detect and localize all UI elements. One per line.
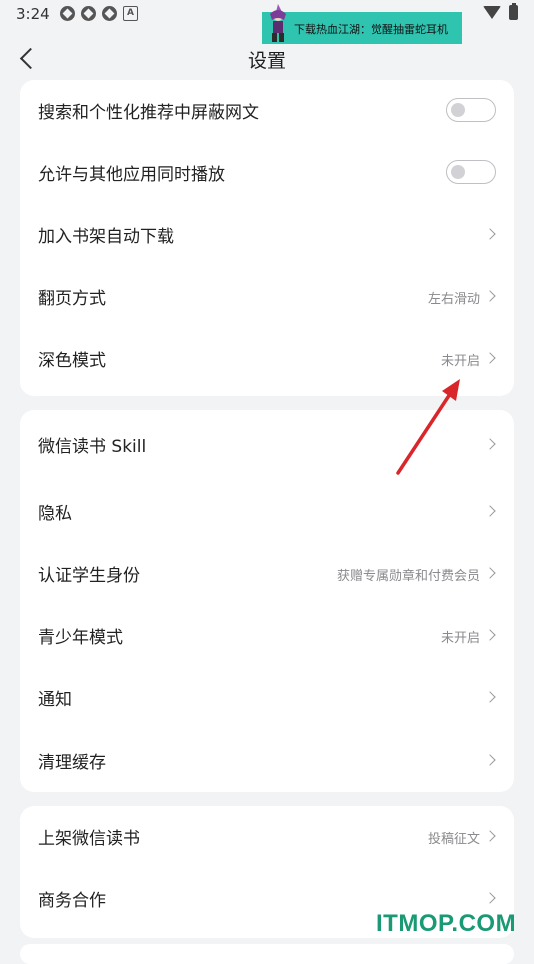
setting-row-student-verify[interactable]: 认证学生身份 获赠专属勋章和付费会员	[20, 543, 514, 605]
watermark-logo: ITMOP.COM	[376, 910, 517, 937]
setting-label: 清理缓存	[38, 753, 106, 773]
chevron-right-icon	[484, 290, 496, 302]
setting-label: 上架微信读书	[38, 829, 140, 849]
setting-label: 允许与其他应用同时播放	[38, 165, 225, 185]
setting-label: 微信读书 Skill	[38, 437, 147, 457]
setting-label: 搜索和个性化推荐中屏蔽网文	[38, 103, 259, 123]
setting-row-publish[interactable]: 上架微信读书 投稿征文	[20, 806, 514, 868]
app-notification-icon	[102, 6, 117, 21]
setting-label: 认证学生身份	[38, 566, 140, 586]
annotation-arrow-icon	[396, 379, 460, 475]
chevron-right-icon	[484, 352, 496, 364]
chevron-right-icon	[484, 228, 496, 240]
battery-icon	[509, 3, 518, 20]
setting-row-notifications[interactable]: 通知	[20, 667, 514, 729]
setting-row-teen-mode[interactable]: 青少年模式 未开启	[20, 605, 514, 667]
setting-label: 深色模式	[38, 351, 106, 371]
settings-card-general: 搜索和个性化推荐中屏蔽网文 允许与其他应用同时播放 加入书架自动下载 翻页方式 …	[20, 80, 514, 396]
chevron-right-icon	[484, 830, 496, 842]
setting-row-clear-cache[interactable]: 清理缓存	[20, 730, 514, 792]
chevron-right-icon	[484, 567, 496, 579]
chevron-right-icon	[484, 754, 496, 766]
setting-value: 投稿征文	[427, 832, 480, 847]
setting-value: 左右滑动	[427, 292, 480, 307]
setting-value: 获赠专属勋章和付费会员	[336, 569, 480, 584]
chevron-right-icon	[484, 629, 496, 641]
setting-row-hide-web-novels[interactable]: 搜索和个性化推荐中屏蔽网文	[20, 80, 514, 142]
setting-label: 隐私	[38, 504, 72, 524]
setting-row-auto-download[interactable]: 加入书架自动下载	[20, 204, 514, 266]
setting-label: 青少年模式	[38, 628, 123, 648]
setting-row-concurrent-playback[interactable]: 允许与其他应用同时播放	[20, 142, 514, 204]
chevron-right-icon	[484, 691, 496, 703]
notification-icons: A	[60, 6, 138, 21]
app-notification-icon	[60, 6, 75, 21]
setting-label: 翻页方式	[38, 289, 106, 309]
setting-label: 加入书架自动下载	[38, 227, 174, 247]
app-notification-icon	[81, 6, 96, 21]
navigation-bar: 设置	[0, 34, 534, 84]
setting-row-page-turn[interactable]: 翻页方式 左右滑动	[20, 266, 514, 328]
setting-label: 商务合作	[38, 891, 106, 911]
setting-label: 通知	[38, 690, 72, 710]
chevron-right-icon	[484, 892, 496, 904]
page-title: 设置	[247, 50, 286, 72]
settings-card-next	[20, 944, 514, 964]
hide-web-novels-toggle[interactable]	[446, 98, 496, 122]
chevron-right-icon	[484, 505, 496, 517]
setting-row-privacy[interactable]: 隐私	[20, 481, 514, 543]
wifi-icon	[483, 6, 501, 19]
status-time: 3:24	[16, 5, 50, 23]
a-notification-icon: A	[123, 6, 138, 21]
chevron-right-icon	[484, 438, 496, 450]
setting-value: 未开启	[440, 354, 480, 369]
concurrent-playback-toggle[interactable]	[446, 160, 496, 184]
setting-value: 未开启	[440, 631, 480, 646]
